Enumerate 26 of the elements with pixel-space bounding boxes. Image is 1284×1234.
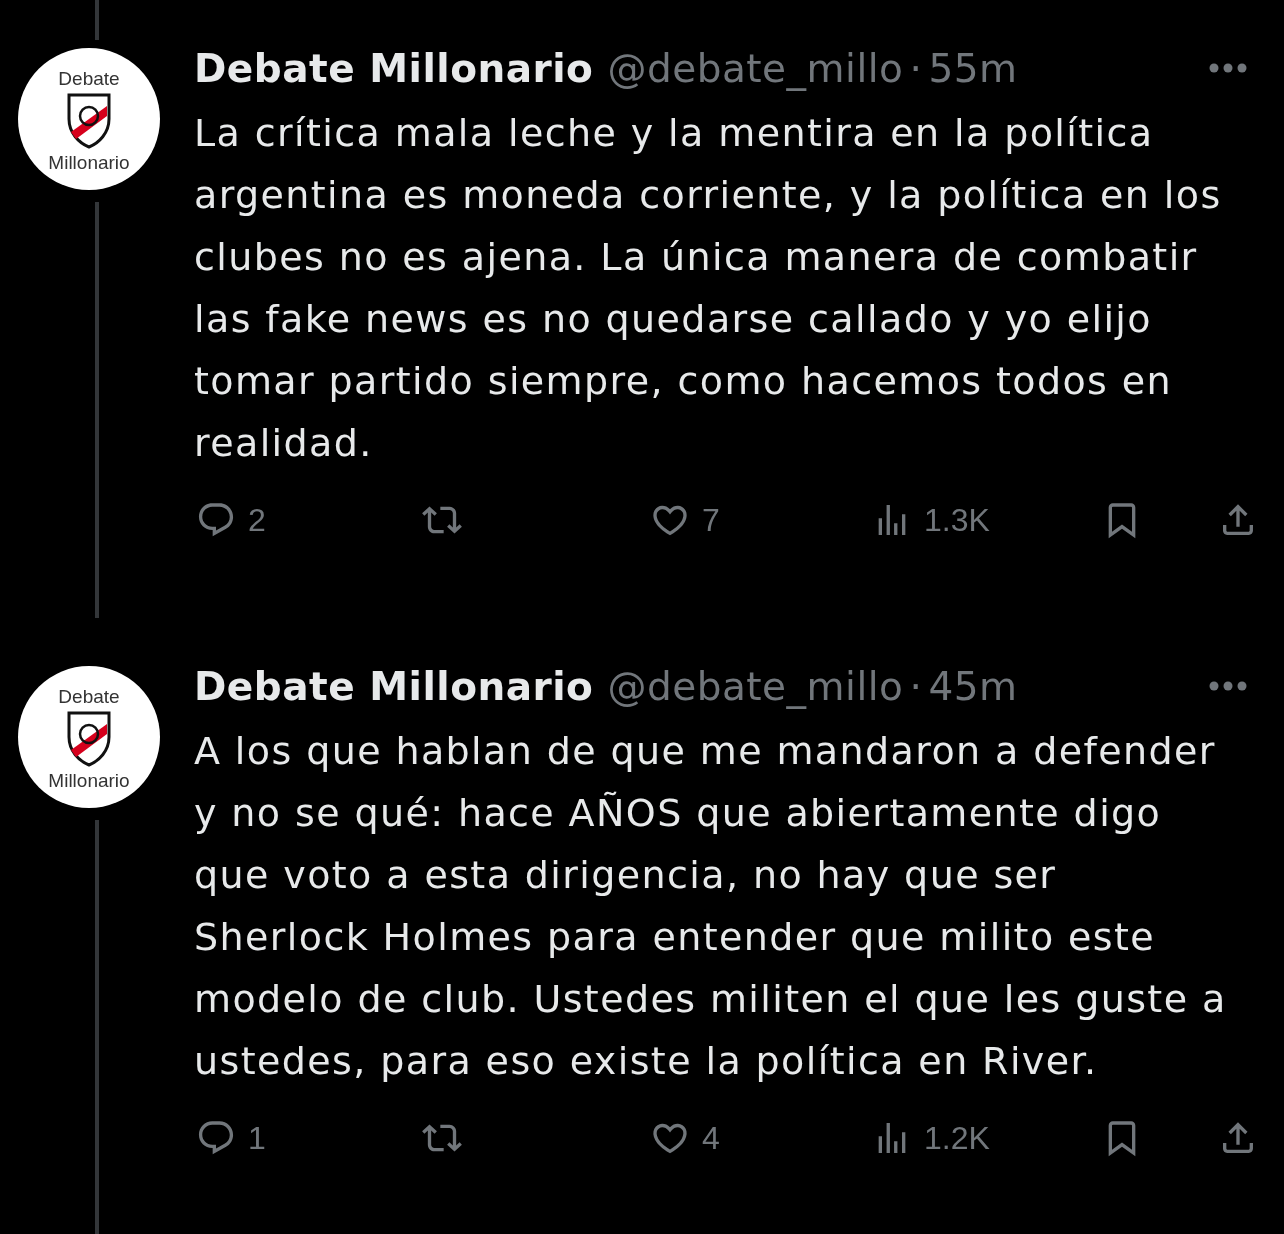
crest-icon	[66, 92, 112, 150]
reply-count: 1	[248, 1119, 266, 1157]
view-count: 1.3K	[924, 501, 990, 539]
author-name[interactable]: Debate Millonario	[194, 663, 594, 709]
author-name[interactable]: Debate Millonario	[194, 45, 594, 91]
avatar-text: Debate	[58, 686, 120, 708]
crest-icon	[66, 710, 112, 768]
avatar-text: Millonario	[48, 152, 130, 174]
avatar-text: Debate	[58, 68, 120, 90]
avatar[interactable]: Debate Millonario	[18, 48, 160, 190]
tweet-text: La crítica mala leche y la mentira en la política argentina es moneda corriente, y la política en los clubes no es ajena. La única manera de combatir las fake news es no quedarse callado y yo elijo tomar partido siempre, como hacemos todos en realidad.	[194, 110, 1223, 467]
author-handle[interactable]: @debate_millo	[607, 45, 904, 91]
more-icon[interactable]	[1208, 680, 1248, 692]
like-count: 7	[702, 501, 720, 539]
like-count: 4	[702, 1119, 720, 1157]
tweet-text: A los que hablan de que me mandaron a defender y no se qué: hace AÑOS que abiertamente digo que voto a esta dirigencia, no hay que ser Sherlock Holmes para entender que milito este modelo de club. Ustedes militen el que les guste a ustedes, para eso existe la política en River.	[194, 728, 1228, 1085]
avatar-text: Millonario	[48, 770, 130, 792]
timestamp[interactable]: 45m	[928, 663, 1018, 709]
reply-count: 2	[248, 501, 266, 539]
avatar[interactable]: Debate Millonario	[18, 666, 160, 808]
timestamp[interactable]: 55m	[928, 45, 1018, 91]
author-handle[interactable]: @debate_millo	[607, 663, 904, 709]
view-count: 1.2K	[924, 1119, 990, 1157]
separator: ·	[909, 663, 923, 709]
more-icon[interactable]	[1208, 62, 1248, 74]
separator: ·	[909, 45, 923, 91]
